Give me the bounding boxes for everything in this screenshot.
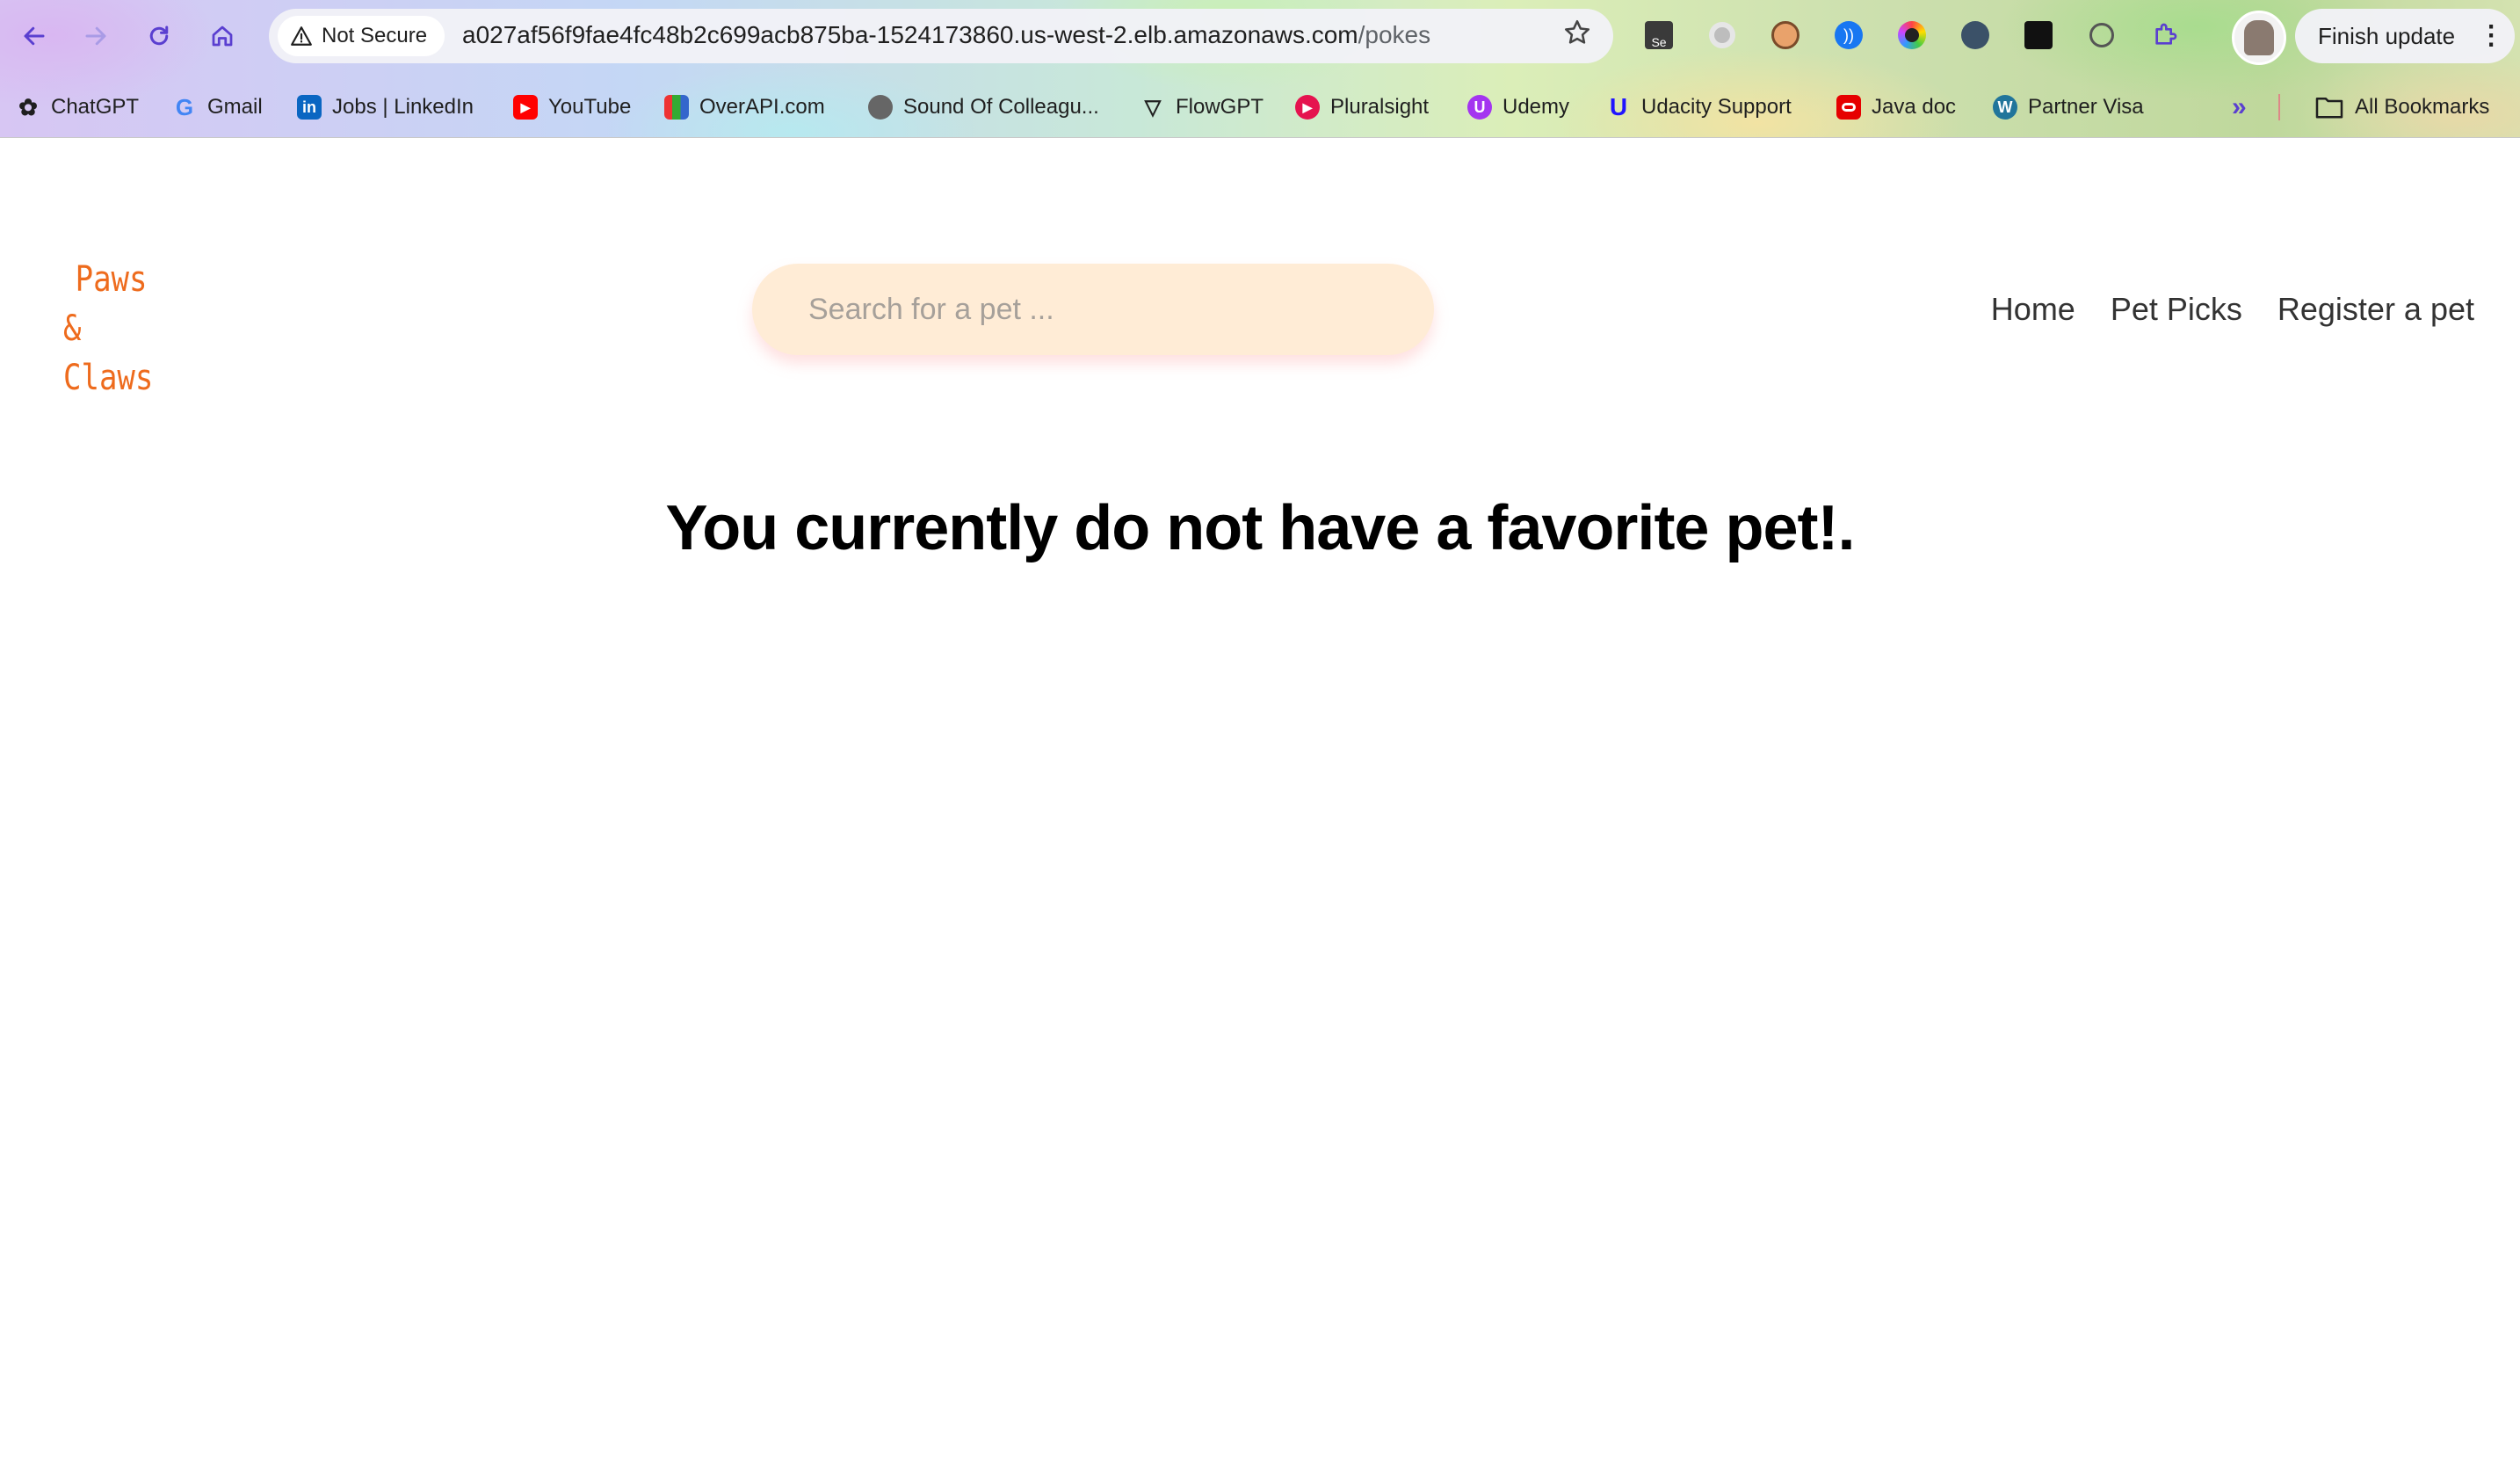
chatgpt-icon: ✿ [18, 93, 38, 120]
bookmark-label: Gmail [207, 95, 263, 119]
all-bookmarks-button[interactable]: All Bookmarks [2314, 84, 2489, 130]
flowgpt-icon: ▽ [1144, 95, 1162, 120]
bookmark-youtube[interactable]: ▶ YouTube [513, 84, 631, 130]
bookmark-pluralsight[interactable]: ▶ Pluralsight [1295, 84, 1429, 130]
forward-arrow-icon [85, 26, 106, 46]
url-path: /pokes [1358, 21, 1431, 48]
bookmark-star-button[interactable] [1562, 18, 1592, 55]
color-picker-extension-icon[interactable] [1894, 18, 1930, 53]
selenium-extension-icon[interactable]: Se [1641, 18, 1676, 53]
bookmark-label: Pluralsight [1330, 95, 1430, 119]
bookmark-gmail[interactable]: G Gmail [172, 84, 263, 130]
folder-icon [2315, 97, 2343, 119]
bookmark-chatgpt[interactable]: ✿ ChatGPT [16, 84, 139, 130]
security-label: Not Secure [322, 24, 428, 47]
forward-button[interactable] [76, 16, 116, 56]
main-nav: Home Pet Picks Register a pet [1991, 283, 2474, 336]
bookmark-label: Jobs | LinkedIn [332, 95, 474, 119]
bookmark-linkedin[interactable]: in Jobs | LinkedIn [297, 84, 474, 130]
wordpress-icon: W [1993, 95, 2017, 120]
pluralsight-icon: ▶ [1295, 95, 1320, 120]
back-arrow-icon [24, 26, 45, 46]
finish-update-label: Finish update [2318, 22, 2456, 49]
logo-line-1: Paws [75, 259, 148, 300]
reload-icon [149, 25, 169, 46]
url-text[interactable]: a027af56f9fae4fc48b2c699acb875ba-1524173… [462, 21, 1430, 49]
bookmarks-divider [2277, 94, 2280, 120]
bookmark-java-doc[interactable]: Java doc [1836, 84, 1956, 130]
bookmark-label: Partner Visa [2028, 95, 2144, 119]
bookmark-label: Udemy [1503, 95, 1570, 119]
url-host: a027af56f9fae4fc48b2c699acb875ba-1524173… [462, 21, 1358, 48]
star-icon [1564, 19, 1590, 44]
home-button[interactable] [202, 16, 243, 56]
home-icon [212, 25, 233, 47]
browser-toolbar: Not Secure a027af56f9fae4fc48b2c699acb87… [0, 0, 2520, 72]
logo-line-2: & Claws [63, 308, 154, 398]
kebab-menu-icon[interactable]: ⋮ [2478, 23, 2504, 49]
timer-extension-icon[interactable] [2084, 18, 2119, 53]
reload-button[interactable] [139, 16, 179, 56]
nav-register-pet-link[interactable]: Register a pet [2277, 283, 2474, 336]
security-chip[interactable]: Not Secure [278, 16, 445, 56]
chatgpt-extension-icon[interactable] [2021, 18, 2056, 53]
puzzle-extensions-icon[interactable] [2147, 18, 2183, 53]
nav-home-link[interactable]: Home [1991, 283, 2075, 336]
udacity-icon: U [1609, 93, 1628, 120]
bookmark-label: ChatGPT [51, 95, 140, 119]
linkedin-icon: in [297, 95, 322, 120]
bookmark-label: Java doc [1872, 95, 1957, 119]
bookmark-udacity[interactable]: U Udacity Support [1606, 84, 1792, 130]
bookmark-label: YouTube [548, 95, 632, 119]
bookmark-label: Udacity Support [1641, 95, 1792, 119]
warning-icon [291, 26, 312, 46]
youtube-icon: ▶ [513, 95, 538, 120]
udemy-icon: U [1467, 95, 1492, 120]
bookmark-partner-visa[interactable]: W Partner Visa [1993, 84, 2144, 130]
bookmark-label: FlowGPT [1176, 95, 1264, 119]
globe-icon [868, 95, 893, 120]
google-icon: G [175, 93, 194, 120]
bookmark-label: OverAPI.com [699, 95, 825, 119]
audio-extension-icon[interactable]: )) [1831, 18, 1866, 53]
empty-favorites-message: You currently do not have a favorite pet… [665, 493, 1856, 563]
browser-chrome: Not Secure a027af56f9fae4fc48b2c699acb87… [0, 0, 2520, 138]
site-logo[interactable]: Paws & Claws [63, 255, 161, 403]
finish-update-button[interactable]: Finish update ⋮ [2295, 9, 2515, 63]
double-chevron-right-icon: » [2232, 92, 2247, 121]
bookmarks-overflow-button[interactable]: » [2232, 84, 2280, 130]
bookmarks-bar: ✿ ChatGPT G Gmail in Jobs | LinkedIn ▶ Y… [0, 84, 2520, 130]
bookmark-flowgpt[interactable]: ▽ FlowGPT [1141, 84, 1264, 130]
user-avatar-icon [2244, 20, 2274, 55]
bookmark-label: Sound Of Colleagu... [903, 95, 1099, 119]
bookmark-sound-of-colleagues[interactable]: Sound Of Colleagu... [868, 84, 1099, 130]
camera-extension-icon[interactable] [1705, 18, 1740, 53]
oracle-icon [1836, 95, 1861, 120]
all-bookmarks-label: All Bookmarks [2355, 95, 2490, 119]
pet-search-input[interactable] [752, 264, 1434, 355]
address-bar[interactable]: Not Secure a027af56f9fae4fc48b2c699acb87… [269, 9, 1613, 63]
overapi-icon [664, 95, 689, 120]
profile-avatar[interactable] [2232, 11, 2286, 65]
bookmark-overapi[interactable]: OverAPI.com [664, 84, 825, 130]
lines-extension-icon[interactable] [1958, 18, 1993, 53]
bookmark-udemy[interactable]: U Udemy [1467, 84, 1569, 130]
back-button[interactable] [14, 16, 54, 56]
face-extension-icon[interactable] [1768, 18, 1803, 53]
nav-pet-picks-link[interactable]: Pet Picks [2111, 283, 2242, 336]
